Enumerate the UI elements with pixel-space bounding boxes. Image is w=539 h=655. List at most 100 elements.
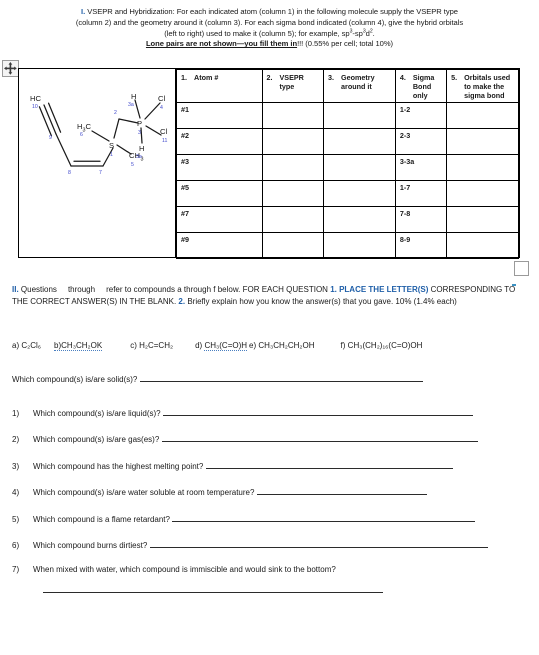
intro-line-3: (left to right) used to make it (column … bbox=[15, 28, 525, 40]
cell-geometry[interactable] bbox=[323, 180, 396, 207]
table-row: #9 8-9 bbox=[176, 232, 519, 259]
question-body: When mixed with water, which compound is… bbox=[33, 565, 528, 594]
question-item: 6) Which compound burns dirtiest? bbox=[12, 539, 528, 550]
answer-blank[interactable] bbox=[172, 513, 476, 522]
cell-geometry[interactable] bbox=[323, 154, 396, 181]
question-text: Which compound burns dirtiest? bbox=[33, 540, 148, 550]
header-geometry-text: Geometry bbox=[341, 73, 375, 82]
molecule-diagram: HC S P H H Cl Cl H 3 C CH 3 10 9 8 7 1 6 bbox=[30, 92, 167, 176]
section-2-t1: Questions bbox=[20, 285, 57, 294]
cell-geometry[interactable] bbox=[323, 206, 396, 233]
molecule-structure-cell: HC S P H H Cl Cl H 3 C CH 3 10 9 8 7 1 6 bbox=[19, 69, 176, 257]
header-vsepr-text2: type bbox=[279, 82, 295, 91]
atom-number-3a-top: 3a bbox=[128, 102, 134, 108]
question-body: Which compound(s) is/are water soluble a… bbox=[33, 486, 528, 497]
cell-geometry[interactable] bbox=[323, 128, 396, 155]
compound-b: b)CH₃CH₂OK bbox=[54, 341, 103, 351]
section-2-b1: 1. PLACE THE LETTER(S) bbox=[330, 285, 429, 294]
atom-number-4: 4 bbox=[160, 105, 163, 111]
question-item: 1) Which compound(s) is/are liquid(s)? bbox=[12, 407, 528, 418]
header-atom: 1. Atom # bbox=[176, 69, 263, 103]
atom-number-5: 5 bbox=[131, 162, 134, 168]
header-sigma-num: 4. bbox=[399, 73, 406, 82]
cell-atom: #3 bbox=[176, 154, 263, 181]
compound-list: a) C₂Cl₆ b)CH₃CH₂OK c) H₂C=CH₂ d) CH₃(C=O)H… bbox=[12, 341, 528, 351]
cell-vsepr[interactable] bbox=[261, 128, 325, 155]
compound-c-formula: H₂C=CH₂ bbox=[139, 341, 174, 350]
cell-vsepr[interactable] bbox=[261, 102, 325, 129]
question-item: 3) Which compound has the highest meltin… bbox=[12, 460, 528, 471]
cell-orbitals[interactable] bbox=[446, 102, 519, 129]
table-row: #3 3-3a bbox=[176, 154, 519, 181]
question-solid: Which compound(s) is/are solid(s)? bbox=[12, 373, 528, 384]
intro-line-4: Lone pairs are not shown—you fill them i… bbox=[15, 39, 525, 50]
cell-orbitals[interactable] bbox=[446, 128, 519, 155]
section-2-instructions: II. Questions through refer to compounds a… bbox=[12, 284, 528, 308]
section-2-b2: 2. bbox=[178, 297, 186, 307]
header-orbitals-text2: to make the bbox=[464, 82, 505, 91]
question-number: 4) bbox=[12, 488, 20, 498]
header-sigma-text2: Bond bbox=[412, 82, 432, 91]
section-2-t3: refer to compounds a through f below. FO… bbox=[106, 285, 328, 294]
table-row: #1 1-2 bbox=[176, 102, 519, 129]
question-text: Which compound is a flame retardant? bbox=[33, 514, 170, 524]
answer-blank[interactable] bbox=[162, 407, 473, 416]
header-sigma-text3: only bbox=[412, 91, 428, 100]
intro-line-3-mid: -sp bbox=[352, 28, 363, 38]
header-vsepr-text: VSEPR bbox=[279, 73, 304, 82]
header-geometry: 3. Geometry around it bbox=[323, 69, 396, 103]
question-body: Which compound(s) is/are gas(es)? bbox=[33, 433, 528, 444]
cell-vsepr[interactable] bbox=[261, 180, 325, 207]
answer-blank[interactable] bbox=[205, 460, 453, 469]
cell-orbitals[interactable] bbox=[446, 206, 519, 233]
atom-number-11: 11 bbox=[162, 138, 167, 144]
question-body: Which compound(s) is/are liquid(s)? bbox=[33, 407, 528, 418]
section-2-t2: through bbox=[67, 285, 96, 294]
compound-a: a) C₂Cl₆ bbox=[12, 341, 41, 350]
cell-orbitals[interactable] bbox=[446, 154, 519, 181]
question-body: Which compound is a flame retardant? bbox=[33, 513, 528, 524]
table-header-row: 1. Atom # 2. VSEPR type 3. Geometry around … bbox=[176, 69, 519, 103]
answer-blank-solid[interactable] bbox=[139, 373, 423, 382]
answer-blank[interactable] bbox=[43, 583, 383, 594]
cell-geometry[interactable] bbox=[323, 102, 396, 129]
question-number: 2) bbox=[12, 435, 20, 445]
table-row: #2 2-3 bbox=[176, 128, 519, 155]
question-number: 1) bbox=[12, 409, 20, 418]
question-number: 7) bbox=[12, 565, 20, 575]
header-atom-num: 1. bbox=[181, 73, 187, 82]
cell-sigma: 1-2 bbox=[394, 102, 448, 129]
atom-label-HC: HC bbox=[30, 94, 41, 103]
move-handle-icon[interactable] bbox=[2, 60, 19, 77]
question-list: 1) Which compound(s) is/are liquid(s)? 2… bbox=[12, 407, 528, 609]
answer-blank[interactable] bbox=[149, 539, 488, 548]
cell-orbitals[interactable] bbox=[446, 180, 519, 207]
compound-d-formula: CH₃(C=O)H bbox=[204, 341, 248, 351]
vsepr-table-cell: 1. Atom # 2. VSEPR type 3. Geometry around … bbox=[176, 69, 519, 259]
question-item: 7) When mixed with water, which compound… bbox=[12, 565, 528, 594]
section-2-label: II. bbox=[12, 285, 19, 294]
intro-line-3-end: . bbox=[372, 28, 375, 38]
cell-vsepr[interactable] bbox=[261, 206, 325, 233]
header-sigma-text: Sigma bbox=[412, 73, 435, 82]
question-text: Which compound(s) is/are gas(es)? bbox=[33, 435, 160, 445]
header-orbitals-num: 5. bbox=[451, 73, 458, 82]
compound-f-formula: CH₃(CH₂)₁₆(C=O)OH bbox=[347, 341, 423, 350]
cell-sigma: 1-7 bbox=[394, 180, 448, 207]
cell-orbitals[interactable] bbox=[446, 232, 519, 259]
cell-sigma: 8-9 bbox=[394, 232, 448, 259]
answer-blank[interactable] bbox=[256, 486, 427, 496]
cell-geometry[interactable] bbox=[323, 232, 396, 259]
molecule-and-table-frame: HC S P H H Cl Cl H 3 C CH 3 10 9 8 7 1 6 bbox=[18, 68, 520, 259]
header-vsepr: 2. VSEPR type bbox=[261, 69, 325, 103]
compound-e: e) CH₃CH₂CH₂OH bbox=[249, 341, 315, 350]
section-1-instructions: I. VSEPR and Hybridization: For each ind… bbox=[15, 7, 525, 50]
answer-blank[interactable] bbox=[161, 433, 478, 443]
header-atom-text: Atom # bbox=[194, 73, 219, 82]
section-1-label: I. bbox=[81, 7, 86, 16]
header-sigma: 4. Sigma Bond only bbox=[394, 69, 448, 103]
atom-number-1: 1 bbox=[110, 152, 113, 158]
cell-vsepr[interactable] bbox=[261, 232, 325, 259]
cell-vsepr[interactable] bbox=[261, 154, 325, 181]
resize-handle[interactable] bbox=[514, 261, 529, 276]
